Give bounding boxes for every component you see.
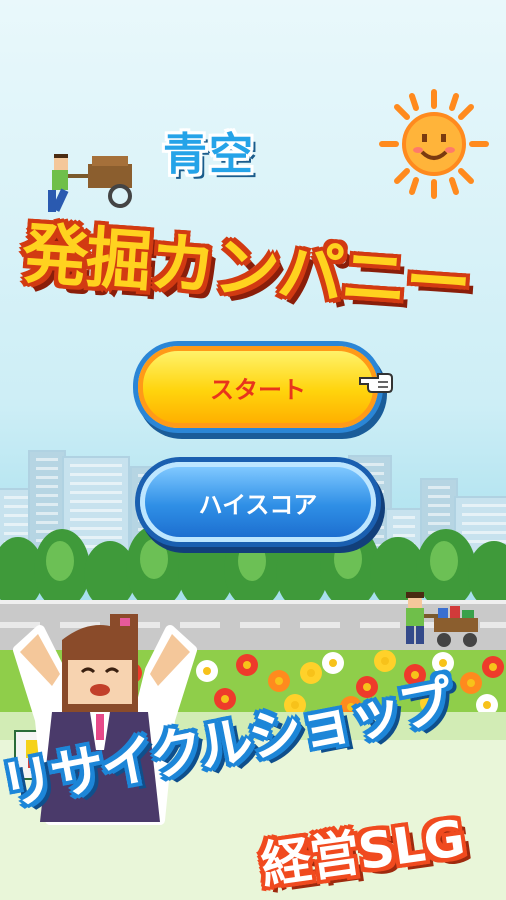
pointing-hand-icon — [359, 373, 393, 393]
start-button-label: スタート — [210, 375, 306, 404]
highscore-button[interactable]: ハイスコア — [140, 462, 376, 542]
highscore-button-label: ハイスコア — [198, 490, 318, 519]
sun-icon — [379, 89, 489, 199]
title-line1: 青空 — [163, 129, 255, 180]
start-button[interactable]: スタート — [138, 346, 378, 428]
title-line2: 発掘カンパニー — [19, 214, 472, 324]
worker-with-cart — [406, 592, 478, 647]
title-screen: 青空 発掘カンパニー スタート ハイスコア リサイクルショップ 経営SLG — [0, 0, 506, 900]
